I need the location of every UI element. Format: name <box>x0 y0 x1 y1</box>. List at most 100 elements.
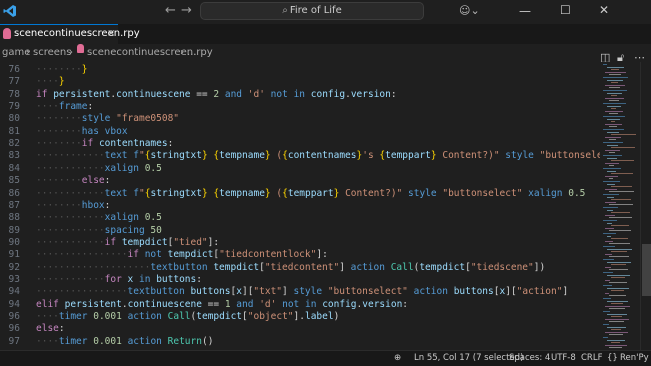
forward-arrow-icon[interactable]: → <box>181 4 192 18</box>
zoom-icon[interactable]: ⊕ <box>394 351 401 366</box>
code-text: ········style "frame0508" <box>36 113 179 125</box>
language-mode[interactable]: Ren'Py <box>620 351 649 366</box>
code-line[interactable]: 88 ············xalign 0.5 <box>0 212 600 224</box>
code-token: ············ <box>36 273 105 285</box>
cursor-position[interactable]: Ln 55, Col 17 (7 selected) <box>414 351 523 366</box>
code-token: continuescene <box>127 298 202 310</box>
minimap-line <box>605 123 622 125</box>
minimap-line <box>611 199 631 201</box>
line-number: 80 <box>8 113 20 125</box>
minimap-line <box>605 110 623 112</box>
code-text: ····frame: <box>36 101 93 113</box>
command-center-search[interactable]: ⌕ Fire of Life <box>200 2 424 20</box>
code-token: tempname <box>219 187 265 199</box>
minimap-line <box>609 308 625 310</box>
encoding[interactable]: UTF-8 <box>551 351 576 366</box>
minimap-line <box>609 295 626 297</box>
minimap-line <box>603 64 607 65</box>
breadcrumb-symbol[interactable]: ... <box>187 44 197 62</box>
code-line[interactable]: 86 ············text f"{stringtxt} {tempna… <box>0 188 600 200</box>
code-editor[interactable]: 76 ········} 77 ····} 78 if persistent.contin… <box>0 62 600 350</box>
code-line[interactable]: 78 if persistent.continuescene == 2 and '… <box>0 89 600 101</box>
minimap-line <box>603 77 628 78</box>
code-line[interactable]: 96 ····timer 0.001 action Call(tempdict["… <box>0 311 600 323</box>
code-token: vbox <box>104 125 128 137</box>
code-line[interactable]: 91 ················if not tempdict["tiedc… <box>0 249 600 261</box>
code-token: "tied" <box>173 236 208 248</box>
minimap-line <box>609 269 628 271</box>
code-token: ········ <box>36 125 82 137</box>
code-line[interactable]: 90 ············if tempdict["tied"]: <box>0 237 600 249</box>
line-number: 91 <box>8 249 20 261</box>
line-number: 96 <box>8 323 20 335</box>
code-line[interactable]: 83 ············text f"{stringtxt} {tempna… <box>0 150 600 162</box>
code-line[interactable]: 82 ········if contentnames: <box>0 138 600 150</box>
code-token: "buttonselect" <box>442 187 523 199</box>
code-text: ············text f"{stringtxt} {tempname… <box>36 188 585 200</box>
minimap-line <box>607 274 630 276</box>
minimap-line <box>605 266 611 268</box>
code-line[interactable]: 96 else: <box>0 323 600 335</box>
minimap-line <box>607 183 615 185</box>
code-line[interactable]: 94 elif persistent.continuescene == 1 and… <box>0 299 600 311</box>
code-line[interactable]: 87 ········hbox: <box>0 200 600 212</box>
code-token: ············ <box>36 212 105 224</box>
minimap-line <box>609 139 616 141</box>
minimap-line <box>603 220 617 221</box>
code-line[interactable]: 76 ········} <box>0 64 600 76</box>
code-token: continuescene <box>116 88 191 100</box>
minimize-button[interactable]: — <box>519 4 531 18</box>
indentation[interactable]: Spaces: 4 <box>509 351 550 366</box>
code-token: timer <box>58 335 88 347</box>
code-text: ················textbutton buttons[x]["t… <box>36 286 568 298</box>
line-ending[interactable]: CRLF <box>581 351 602 366</box>
line-number: 94 <box>8 298 20 310</box>
code-line[interactable]: 84 ············xalign 0.5 <box>0 163 600 175</box>
code-token: "tiedcontentlock" <box>219 249 317 261</box>
code-token: Content?)" <box>436 150 500 162</box>
minimap-line <box>603 116 625 117</box>
back-arrow-icon[interactable]: ← <box>165 4 176 18</box>
code-line[interactable]: 93 ············for x in buttons: <box>0 274 600 286</box>
breadcrumb-separator: › <box>69 47 73 58</box>
code-line[interactable]: 79 ····frame: <box>0 101 600 113</box>
code-line[interactable]: 80 ········style "frame0508" <box>0 113 600 125</box>
code-line[interactable]: 77 ····} <box>0 76 600 88</box>
code-line[interactable]: 85 ········else: <box>0 175 600 187</box>
code-token: ][ <box>241 286 254 298</box>
maximize-button[interactable]: ☐ <box>560 3 571 17</box>
code-token: ············ <box>36 224 105 236</box>
line-number: 79 <box>8 101 20 113</box>
breadcrumb-screens[interactable]: screens <box>33 44 71 62</box>
code-token: text <box>104 187 128 199</box>
code-line[interactable]: 81 ········has vbox <box>0 126 600 138</box>
code-token: ···················· <box>36 261 151 273</box>
code-line[interactable]: 89 ············spacing 50 <box>0 225 600 237</box>
minimap-line <box>603 181 620 182</box>
copilot-icon[interactable]: ☺⌄ <box>459 4 480 17</box>
code-token: "frame0508" <box>116 113 180 125</box>
code-line[interactable]: 94 ················textbutton buttons[x][… <box>0 286 600 298</box>
tab-scenecontinuescreen[interactable]: scenecontinuescreen.rpy × <box>0 24 140 44</box>
renpy-file-icon <box>3 28 11 39</box>
line-number: 82 <box>8 138 20 150</box>
minimap-line <box>605 292 609 294</box>
code-line[interactable]: 92 ····················textbutton tempdic… <box>0 262 600 274</box>
close-tab-icon[interactable]: × <box>107 25 115 43</box>
minimap-line <box>605 253 612 255</box>
minimap-line <box>611 212 630 214</box>
code-token: and <box>224 88 243 100</box>
code-line[interactable]: 97 ····timer 0.001 action Return() <box>0 336 600 348</box>
code-token: if <box>81 138 94 150</box>
minimap-line <box>611 342 620 344</box>
close-window-button[interactable]: ✕ <box>599 3 609 17</box>
line-number: 83 <box>8 150 20 162</box>
vertical-scrollbar[interactable] <box>640 62 651 350</box>
minimap-line <box>603 285 612 286</box>
scrollbar-thumb[interactable] <box>642 244 651 296</box>
code-token: action <box>127 311 162 322</box>
minimap-line <box>611 290 624 292</box>
minimap-line <box>609 204 633 206</box>
minimap[interactable] <box>600 62 640 350</box>
minimap-line <box>605 344 627 346</box>
